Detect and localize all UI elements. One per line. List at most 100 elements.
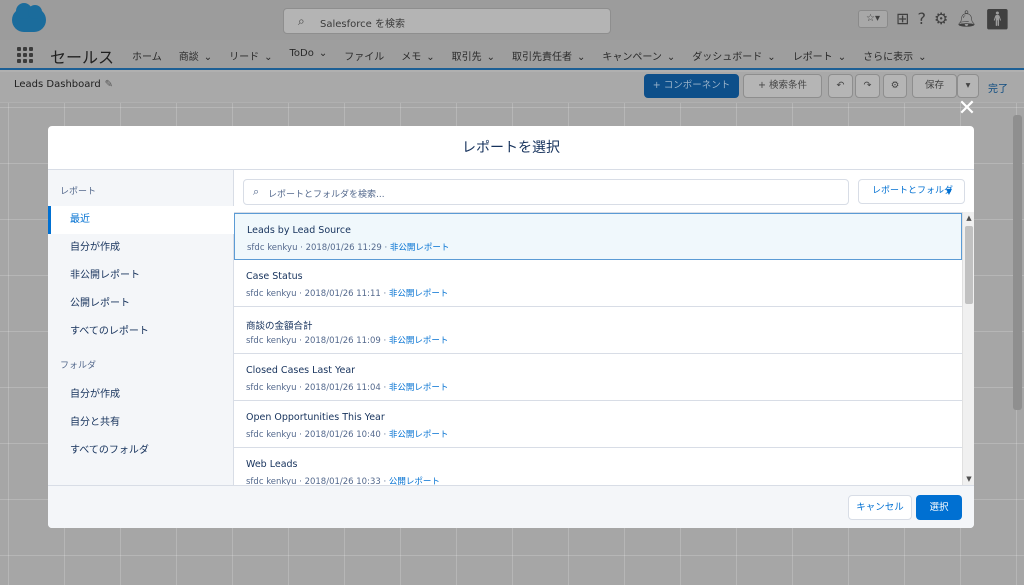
global-header: ⌕ Salesforce を検索 ☆▾ ⊞ ? ⚙ 🔔︎ 🚹︎ xyxy=(0,0,1024,40)
reports-folders-filter-button[interactable]: レポートとフォルダ ▼ xyxy=(858,179,965,204)
separator: · xyxy=(380,336,389,346)
nav-item[interactable]: 商談 ⌄ xyxy=(179,48,212,63)
app-launcher-icon[interactable] xyxy=(17,47,33,63)
report-list-scrollbar[interactable]: ▲ ▼ xyxy=(962,212,974,485)
chevron-down-icon[interactable]: ⌄ xyxy=(838,52,846,63)
report-row[interactable]: Closed Cases Last Year sfdc kenkyu · 2018… xyxy=(234,354,962,401)
modal-title: レポートを選択 xyxy=(48,126,974,170)
star-icon[interactable]: ☆▾ xyxy=(858,10,889,28)
separator: · xyxy=(380,430,389,440)
undo-icon[interactable]: ↶ xyxy=(828,74,853,98)
global-search-input[interactable]: ⌕ Salesforce を検索 xyxy=(283,8,611,34)
scroll-down-icon[interactable]: ▼ xyxy=(963,473,974,485)
scroll-thumb[interactable] xyxy=(965,226,973,304)
report-search-input[interactable]: ⌕ レポートとフォルダを検索... xyxy=(243,179,849,205)
report-visibility: 非公開レポート xyxy=(388,289,449,299)
report-owner: sfdc kenkyu xyxy=(246,289,297,299)
cancel-button[interactable]: キャンセル xyxy=(848,495,912,520)
nav-item[interactable]: 取引先 ⌄ xyxy=(452,48,495,63)
add-component-button[interactable]: + コンポーネント xyxy=(644,74,739,98)
report-meta: sfdc kenkyu · 2018/01/26 10:33 · 公開レポート xyxy=(246,475,440,485)
report-row[interactable]: Open Opportunities This Year sfdc kenkyu … xyxy=(234,401,962,448)
report-row[interactable]: 商談の金額合計 sfdc kenkyu · 2018/01/26 11:09 · … xyxy=(234,307,962,354)
separator: · xyxy=(296,430,305,440)
help-icon[interactable]: ? xyxy=(917,9,926,29)
chevron-down-icon[interactable]: ⌄ xyxy=(204,52,212,63)
chevron-down-icon[interactable]: ⌄ xyxy=(319,48,327,59)
chevron-down-icon[interactable]: ⌄ xyxy=(667,52,675,63)
save-menu-chevron-icon[interactable]: ▾ xyxy=(957,74,979,98)
report-search-placeholder: レポートとフォルダを検索... xyxy=(268,190,385,200)
separator: · xyxy=(381,243,390,253)
sidebar-section-folders: フォルダ xyxy=(60,361,97,371)
report-visibility: 非公開レポート xyxy=(388,383,449,393)
report-name: Case Status xyxy=(246,271,303,282)
chevron-down-icon[interactable]: ⌄ xyxy=(426,52,434,63)
nav-item[interactable]: リード ⌄ xyxy=(229,48,272,63)
chevron-down-icon[interactable]: ⌄ xyxy=(918,52,926,63)
redo-icon[interactable]: ↷ xyxy=(855,74,880,98)
sidebar-folder-item[interactable]: 自分と共有 xyxy=(48,409,234,437)
separator: · xyxy=(296,477,305,485)
gear-icon[interactable]: ⚙ xyxy=(934,9,948,29)
separator: · xyxy=(297,243,306,253)
chevron-down-icon[interactable]: ⌄ xyxy=(767,52,775,63)
report-picker: ⌕ レポートとフォルダを検索... レポートとフォルダ ▼ Leads by L… xyxy=(234,170,974,485)
sidebar-section-reports: レポート xyxy=(60,187,97,197)
report-owner: sfdc kenkyu xyxy=(246,383,297,393)
report-visibility: 非公開レポート xyxy=(389,243,450,253)
report-list: Leads by Lead Source sfdc kenkyu · 2018/0… xyxy=(234,212,962,485)
page-scrollbar[interactable] xyxy=(1013,115,1022,410)
save-button[interactable]: 保存 xyxy=(912,74,957,98)
nav-item[interactable]: 取引先責任者 ⌄ xyxy=(512,48,585,63)
salesforce-logo-icon[interactable] xyxy=(12,3,46,32)
dashboard-toolbar: Leads Dashboard ✎ + コンポーネント + 検索条件 ↶ ↷ ⚙ … xyxy=(0,72,1024,102)
nav-item-label: メモ xyxy=(401,52,422,63)
report-visibility: 非公開レポート xyxy=(388,336,449,346)
add-filter-button[interactable]: + 検索条件 xyxy=(743,74,822,98)
sidebar-item[interactable]: すべてのレポート xyxy=(48,318,234,346)
report-row[interactable]: Leads by Lead Source sfdc kenkyu · 2018/0… xyxy=(234,213,962,260)
nav-item[interactable]: メモ ⌄ xyxy=(401,48,434,63)
close-icon[interactable]: ✕ xyxy=(955,97,979,121)
sidebar-item[interactable]: 自分が作成 xyxy=(48,234,234,262)
report-name: Closed Cases Last Year xyxy=(246,365,356,376)
nav-item[interactable]: レポート ⌄ xyxy=(793,48,846,63)
nav-item[interactable]: ホーム xyxy=(132,48,162,63)
scroll-up-icon[interactable]: ▲ xyxy=(963,212,974,224)
nav-item[interactable]: さらに表示 ⌄ xyxy=(863,48,926,63)
report-name: 商談の金額合計 xyxy=(246,321,313,332)
done-link[interactable]: 完了 xyxy=(988,80,1008,95)
report-row[interactable]: Case Status sfdc kenkyu · 2018/01/26 11:1… xyxy=(234,260,962,307)
nav-item[interactable]: キャンペーン ⌄ xyxy=(602,48,675,63)
chevron-down-icon[interactable]: ⌄ xyxy=(577,52,585,63)
chevron-down-icon[interactable]: ⌄ xyxy=(487,52,495,63)
report-name: Open Opportunities This Year xyxy=(246,412,385,423)
separator: · xyxy=(296,336,305,346)
sidebar-item[interactable]: 公開レポート xyxy=(48,290,234,318)
nav-item-label: 取引先 xyxy=(451,52,482,63)
report-row[interactable]: Web Leads sfdc kenkyu · 2018/01/26 10:33 … xyxy=(234,448,962,485)
chevron-down-icon[interactable]: ⌄ xyxy=(264,52,272,63)
avatar-icon[interactable]: 🚹︎ xyxy=(985,9,1010,29)
sidebar-folder-item[interactable]: すべてのフォルダ xyxy=(48,437,234,465)
settings-gear-icon[interactable]: ⚙ xyxy=(883,74,907,98)
nav-item[interactable]: ファイル xyxy=(344,48,384,63)
add-icon[interactable]: ⊞ xyxy=(896,9,909,29)
pencil-icon[interactable]: ✎ xyxy=(105,79,113,90)
nav-item-label: ToDo xyxy=(289,48,314,59)
select-button[interactable]: 選択 xyxy=(916,495,962,520)
nav-item[interactable]: ToDo ⌄ xyxy=(289,48,327,63)
sidebar-folder-item[interactable]: 自分が作成 xyxy=(48,381,234,409)
sidebar-item[interactable]: 最近 xyxy=(48,206,234,234)
sidebar-item[interactable]: 非公開レポート xyxy=(48,262,234,290)
dashboard-title: Leads Dashboard ✎ xyxy=(14,79,113,90)
nav-item-label: レポート xyxy=(792,52,833,63)
modal-footer: キャンセル 選択 xyxy=(48,485,974,528)
nav-item[interactable]: ダッシュボード ⌄ xyxy=(692,48,775,63)
header-icons: ☆▾ ⊞ ? ⚙ 🔔︎ 🚹︎ xyxy=(858,9,1010,29)
report-owner: sfdc kenkyu xyxy=(246,477,297,485)
report-date: 2018/01/26 11:29 xyxy=(305,243,382,253)
report-owner: sfdc kenkyu xyxy=(246,336,297,346)
bell-icon[interactable]: 🔔︎ xyxy=(956,9,976,29)
